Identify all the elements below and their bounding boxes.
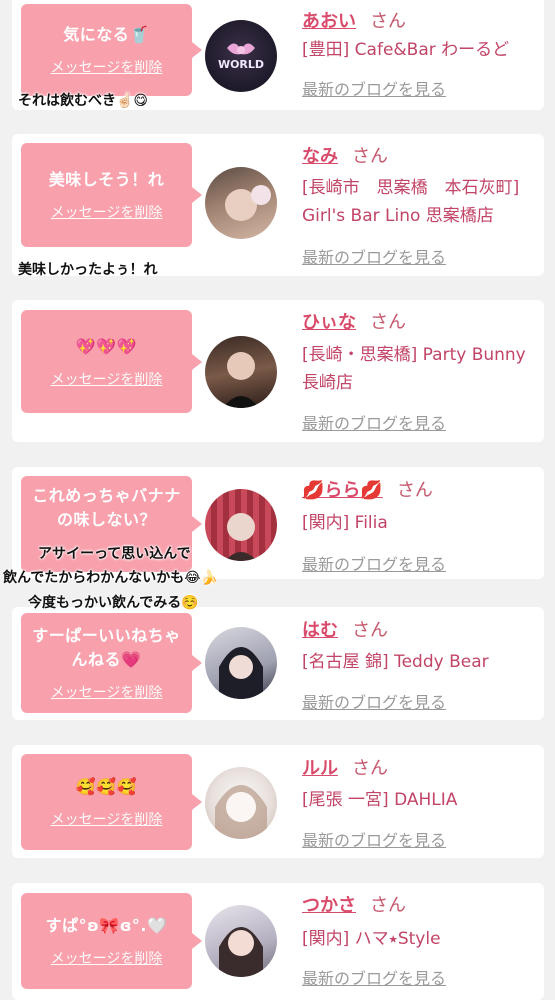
- delete-message-link[interactable]: メッセージを削除: [51, 202, 163, 222]
- honorific: さん: [352, 620, 388, 641]
- profile-photo: [225, 185, 271, 221]
- delete-message-link[interactable]: メッセージを削除: [51, 57, 163, 77]
- reply-card: すぱ°ʚ🎀ɞ°.🤍 メッセージを削除 つかさ さん [関内] ハマ⭑Style 最…: [12, 883, 544, 1000]
- svg-text:WORLD: WORLD: [218, 58, 264, 71]
- honorific: さん: [370, 895, 406, 916]
- message-bubble: 美味しそう！れ メッセージを削除: [21, 143, 202, 247]
- avatar[interactable]: [205, 336, 277, 408]
- profile-photo: [219, 927, 263, 977]
- shop-name: [名古屋 錦] Teddy Bear: [302, 652, 489, 672]
- latest-blog-link[interactable]: 最新のブログを見る: [302, 410, 446, 434]
- overlay-caption: 飲んでたからわかんないかも😂🍌: [3, 570, 219, 586]
- honorific: さん: [352, 758, 388, 779]
- avatar[interactable]: [205, 627, 277, 699]
- name-row: あおい さん: [302, 10, 406, 34]
- profile-photo: [223, 352, 259, 408]
- girl-name-link[interactable]: ルル: [302, 758, 338, 779]
- overlay-caption: アサイーって思い込んで: [38, 546, 191, 562]
- avatar[interactable]: [205, 167, 277, 239]
- latest-blog-link[interactable]: 最新のブログを見る: [302, 76, 446, 100]
- reply-card: すーぱーいいねちゃんねる💗 メッセージを削除 はむ さん [名古屋 錦] Tedd…: [12, 607, 544, 720]
- name-row: なみ さん: [302, 145, 388, 169]
- message-text: 💖💖💖: [75, 336, 138, 356]
- delete-message-link[interactable]: メッセージを削除: [51, 809, 163, 829]
- honorific: さん: [370, 11, 406, 32]
- message-text: 🥰🥰🥰: [75, 777, 138, 796]
- world-logo-image: WORLD: [218, 43, 264, 71]
- shop-name: [関内] ハマ⭑Style: [302, 929, 441, 949]
- latest-blog-link[interactable]: 最新のブログを見る: [302, 551, 446, 575]
- name-row: はむ さん: [302, 619, 388, 643]
- profile-photo: [215, 785, 267, 839]
- girl-name-link[interactable]: なみ: [302, 146, 338, 167]
- reply-card: 🥰🥰🥰 メッセージを削除 ルル さん [尾張 一宮] DAHLIA 最新のブログを…: [12, 745, 544, 858]
- message-text: 美味しそう！れ: [48, 170, 165, 189]
- overlay-caption: 美味しかったよぅ！れ: [18, 262, 158, 278]
- latest-blog-link[interactable]: 最新のブログを見る: [302, 244, 446, 268]
- avatar[interactable]: WORLD: [205, 20, 277, 92]
- name-row: 💋らら💋 さん: [302, 479, 433, 503]
- shop-name: [関内] Filia: [302, 513, 388, 533]
- message-text: すぱ°ʚ🎀ɞ°.🤍: [45, 916, 168, 935]
- latest-blog-link[interactable]: 最新のブログを見る: [302, 965, 446, 989]
- honorific: さん: [370, 312, 406, 333]
- overlay-caption: 今度もっかい飲んでみる☺️: [28, 595, 199, 611]
- shop-name: [尾張 一宮] DAHLIA: [302, 790, 458, 810]
- avatar[interactable]: [205, 905, 277, 977]
- shop-name: [長崎・思案橋] Party Bunny 長崎店: [302, 345, 526, 393]
- girl-name-link[interactable]: あおい: [302, 11, 356, 32]
- latest-blog-link[interactable]: 最新のブログを見る: [302, 827, 446, 851]
- name-row: ルル さん: [302, 757, 388, 781]
- shop-name: [長崎市 思案橋 本石灰町] Girl's Bar Lino 思案橋店: [302, 178, 520, 226]
- message-bubble: 気になる🥤 メッセージを削除: [21, 4, 202, 96]
- delete-message-link[interactable]: メッセージを削除: [51, 369, 163, 389]
- message-text: 気になる🥤: [63, 25, 150, 44]
- girl-name-link[interactable]: はむ: [302, 620, 338, 641]
- reply-card: 美味しそう！れ メッセージを削除 なみ さん [長崎市 思案橋 本石灰町] Gir…: [12, 134, 544, 276]
- girl-name-link[interactable]: ひぃな: [302, 312, 356, 333]
- girl-name-link[interactable]: つかさ: [302, 895, 356, 916]
- latest-blog-link[interactable]: 最新のブログを見る: [302, 689, 446, 713]
- avatar[interactable]: [205, 489, 277, 561]
- name-row: つかさ さん: [302, 894, 406, 918]
- honorific: さん: [396, 480, 433, 501]
- message-text: すーぱーいいねちゃんねる💗: [32, 626, 181, 669]
- message-text: これめっちゃバナナの味しない？: [32, 486, 181, 529]
- message-bubble: すぱ°ʚ🎀ɞ°.🤍 メッセージを削除: [21, 893, 202, 989]
- honorific: さん: [352, 146, 388, 167]
- avatar[interactable]: [205, 767, 277, 839]
- message-bubble: すーぱーいいねちゃんねる💗 メッセージを削除: [21, 613, 202, 713]
- message-bubble: 🥰🥰🥰 メッセージを削除: [21, 754, 202, 850]
- delete-message-link[interactable]: メッセージを削除: [51, 948, 163, 968]
- overlay-caption: それは飲むべき☝🏻😋: [18, 93, 149, 109]
- profile-photo: [219, 647, 263, 699]
- shop-name: [豊田] Cafe&Bar わーるど: [302, 40, 510, 60]
- girl-name-link[interactable]: 💋らら💋: [302, 480, 383, 501]
- message-bubble: 💖💖💖 メッセージを削除: [21, 310, 202, 413]
- profile-photo: [225, 513, 257, 561]
- reply-card: 💖💖💖 メッセージを削除 ひぃな さん [長崎・思案橋] Party Bunny …: [12, 300, 544, 442]
- name-row: ひぃな さん: [302, 311, 406, 335]
- delete-message-link[interactable]: メッセージを削除: [51, 682, 163, 702]
